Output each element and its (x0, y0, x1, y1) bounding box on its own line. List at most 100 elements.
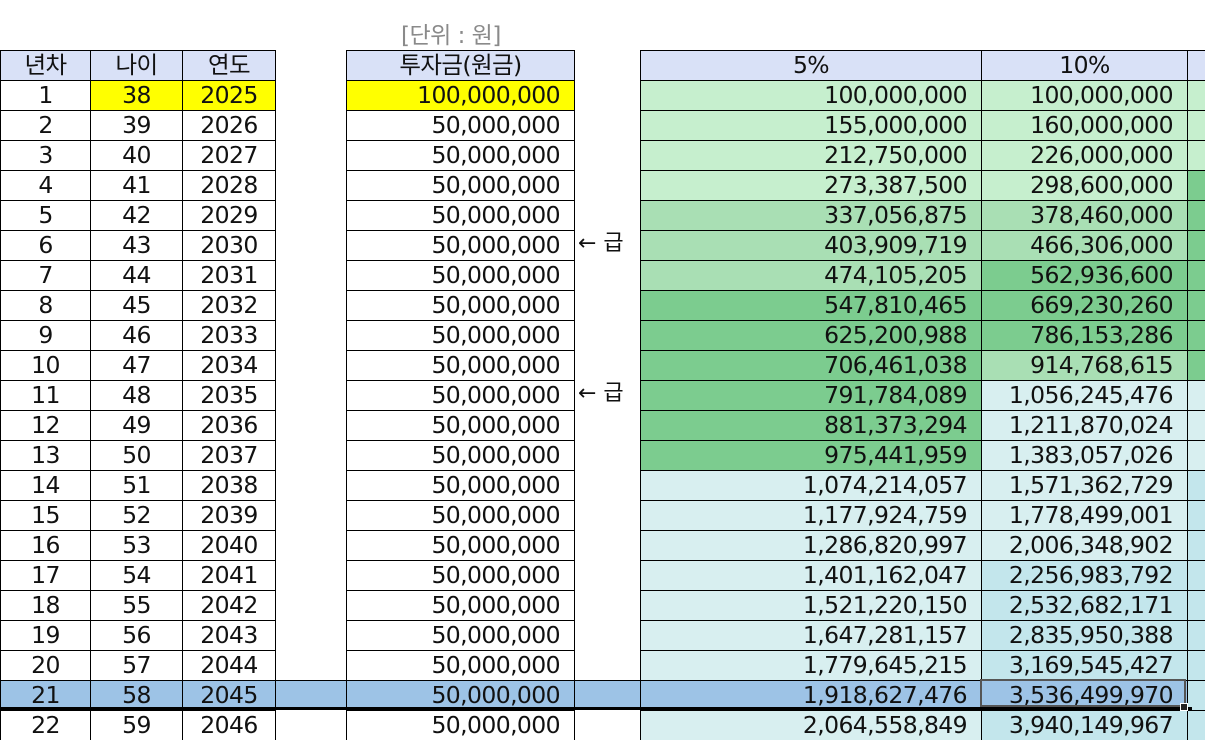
cell-value-10pct[interactable]: 1,778,499,001 (981, 500, 1187, 530)
cell-next-column[interactable] (1187, 80, 1205, 110)
cell-value-10pct[interactable]: 3,940,149,967 (981, 710, 1187, 740)
cell-year-no[interactable]: 21 (0, 680, 90, 710)
cell-value-5pct[interactable]: 474,105,205 (640, 260, 981, 290)
cell-value-10pct[interactable]: 786,153,286 (981, 320, 1187, 350)
cell-value-5pct[interactable]: 1,521,220,150 (640, 590, 981, 620)
cell-value-10pct[interactable]: 1,571,362,729 (981, 470, 1187, 500)
cell-age[interactable]: 50 (90, 440, 182, 470)
cell-next-column[interactable] (1187, 560, 1205, 590)
cell-age[interactable]: 40 (90, 140, 182, 170)
cell-principal[interactable]: 50,000,000 (346, 620, 575, 650)
cell-year[interactable]: 2030 (182, 230, 276, 260)
cell-next-column[interactable] (1187, 110, 1205, 140)
cell-year-no[interactable]: 2 (0, 110, 90, 140)
cell-principal[interactable]: 50,000,000 (346, 680, 575, 710)
cell-next-column[interactable] (1187, 170, 1205, 200)
cell-age[interactable]: 43 (90, 230, 182, 260)
cell-year[interactable]: 2035 (182, 380, 276, 410)
cell-principal[interactable]: 100,000,000 (346, 80, 575, 110)
cell-principal[interactable]: 50,000,000 (346, 530, 575, 560)
cell-year-no[interactable]: 22 (0, 710, 90, 740)
cell-age[interactable]: 55 (90, 590, 182, 620)
cell-next-column[interactable] (1187, 320, 1205, 350)
cell-value-5pct[interactable]: 625,200,988 (640, 320, 981, 350)
cell-value-10pct[interactable]: 1,383,057,026 (981, 440, 1187, 470)
selected-row-fill[interactable] (276, 680, 346, 710)
cell-year[interactable]: 2045 (182, 680, 276, 710)
cell-age[interactable]: 53 (90, 530, 182, 560)
column-header[interactable]: 나이 (90, 50, 182, 80)
cell-principal[interactable]: 50,000,000 (346, 710, 575, 740)
cell-year[interactable]: 2044 (182, 650, 276, 680)
cell-next-column[interactable] (1187, 440, 1205, 470)
cell-value-10pct[interactable]: 2,006,348,902 (981, 530, 1187, 560)
cell-value-10pct[interactable]: 226,000,000 (981, 140, 1187, 170)
cell-value-5pct[interactable]: 1,074,214,057 (640, 470, 981, 500)
cell-value-5pct[interactable]: 403,909,719 (640, 230, 981, 260)
cell-principal[interactable]: 50,000,000 (346, 380, 575, 410)
cell-age[interactable]: 56 (90, 620, 182, 650)
cell-value-5pct[interactable]: 1,918,627,476 (640, 680, 981, 710)
cell-value-10pct[interactable]: 378,460,000 (981, 200, 1187, 230)
cell-year[interactable]: 2041 (182, 560, 276, 590)
cell-next-column[interactable] (1187, 530, 1205, 560)
cell-year[interactable]: 2036 (182, 410, 276, 440)
cell-next-column[interactable] (1187, 650, 1205, 680)
cell-next-column[interactable] (1187, 590, 1205, 620)
cell-principal[interactable]: 50,000,000 (346, 470, 575, 500)
cell-age[interactable]: 47 (90, 350, 182, 380)
cell-value-10pct[interactable]: 100,000,000 (981, 80, 1187, 110)
column-header[interactable]: 연도 (182, 50, 276, 80)
cell-value-10pct[interactable]: 466,306,000 (981, 230, 1187, 260)
cell-year-no[interactable]: 12 (0, 410, 90, 440)
cell-value-10pct[interactable]: 562,936,600 (981, 260, 1187, 290)
cell-year[interactable]: 2034 (182, 350, 276, 380)
selected-row-fill[interactable] (575, 680, 640, 710)
cell-value-5pct[interactable]: 100,000,000 (640, 80, 981, 110)
cell-next-column[interactable] (1187, 620, 1205, 650)
cell-year-no[interactable]: 3 (0, 140, 90, 170)
cell-principal[interactable]: 50,000,000 (346, 260, 575, 290)
cell-age[interactable]: 52 (90, 500, 182, 530)
cell-year-no[interactable]: 10 (0, 350, 90, 380)
cell-value-10pct[interactable]: 2,256,983,792 (981, 560, 1187, 590)
cell-value-5pct[interactable]: 1,647,281,157 (640, 620, 981, 650)
cell-year[interactable]: 2046 (182, 710, 276, 740)
cell-value-5pct[interactable]: 791,784,089 (640, 380, 981, 410)
cell-year[interactable]: 2026 (182, 110, 276, 140)
cell-value-10pct[interactable]: 1,211,870,024 (981, 410, 1187, 440)
cell-year-no[interactable]: 18 (0, 590, 90, 620)
cell-value-5pct[interactable]: 881,373,294 (640, 410, 981, 440)
cell-value-5pct[interactable]: 975,441,959 (640, 440, 981, 470)
cell-year[interactable]: 2029 (182, 200, 276, 230)
cell-principal[interactable]: 50,000,000 (346, 440, 575, 470)
cell-age[interactable]: 58 (90, 680, 182, 710)
cell-value-10pct[interactable]: 160,000,000 (981, 110, 1187, 140)
cell-year[interactable]: 2042 (182, 590, 276, 620)
cell-age[interactable]: 39 (90, 110, 182, 140)
cell-value-10pct[interactable]: 2,532,682,171 (981, 590, 1187, 620)
column-header[interactable]: 년차 (0, 50, 90, 80)
cell-year[interactable]: 2033 (182, 320, 276, 350)
cell-year-no[interactable]: 19 (0, 620, 90, 650)
cell-age[interactable]: 38 (90, 80, 182, 110)
cell-age[interactable]: 59 (90, 710, 182, 740)
cell-next-column[interactable] (1187, 380, 1205, 410)
cell-year-no[interactable]: 1 (0, 80, 90, 110)
cell-next-column[interactable] (1187, 350, 1205, 380)
cell-value-5pct[interactable]: 2,064,558,849 (640, 710, 981, 740)
cell-principal[interactable]: 50,000,000 (346, 290, 575, 320)
cell-age[interactable]: 54 (90, 560, 182, 590)
cell-next-column[interactable] (1187, 200, 1205, 230)
cell-next-column[interactable] (1187, 470, 1205, 500)
cell-age[interactable]: 48 (90, 380, 182, 410)
cell-year-no[interactable]: 20 (0, 650, 90, 680)
active-cell-outline[interactable] (980, 679, 1186, 707)
cell-year[interactable]: 2038 (182, 470, 276, 500)
cell-year-no[interactable]: 13 (0, 440, 90, 470)
cell-year[interactable]: 2031 (182, 260, 276, 290)
cell-value-10pct[interactable]: 914,768,615 (981, 350, 1187, 380)
cell-value-5pct[interactable]: 155,000,000 (640, 110, 981, 140)
cell-value-5pct[interactable]: 547,810,465 (640, 290, 981, 320)
fill-handle[interactable] (1180, 703, 1188, 711)
